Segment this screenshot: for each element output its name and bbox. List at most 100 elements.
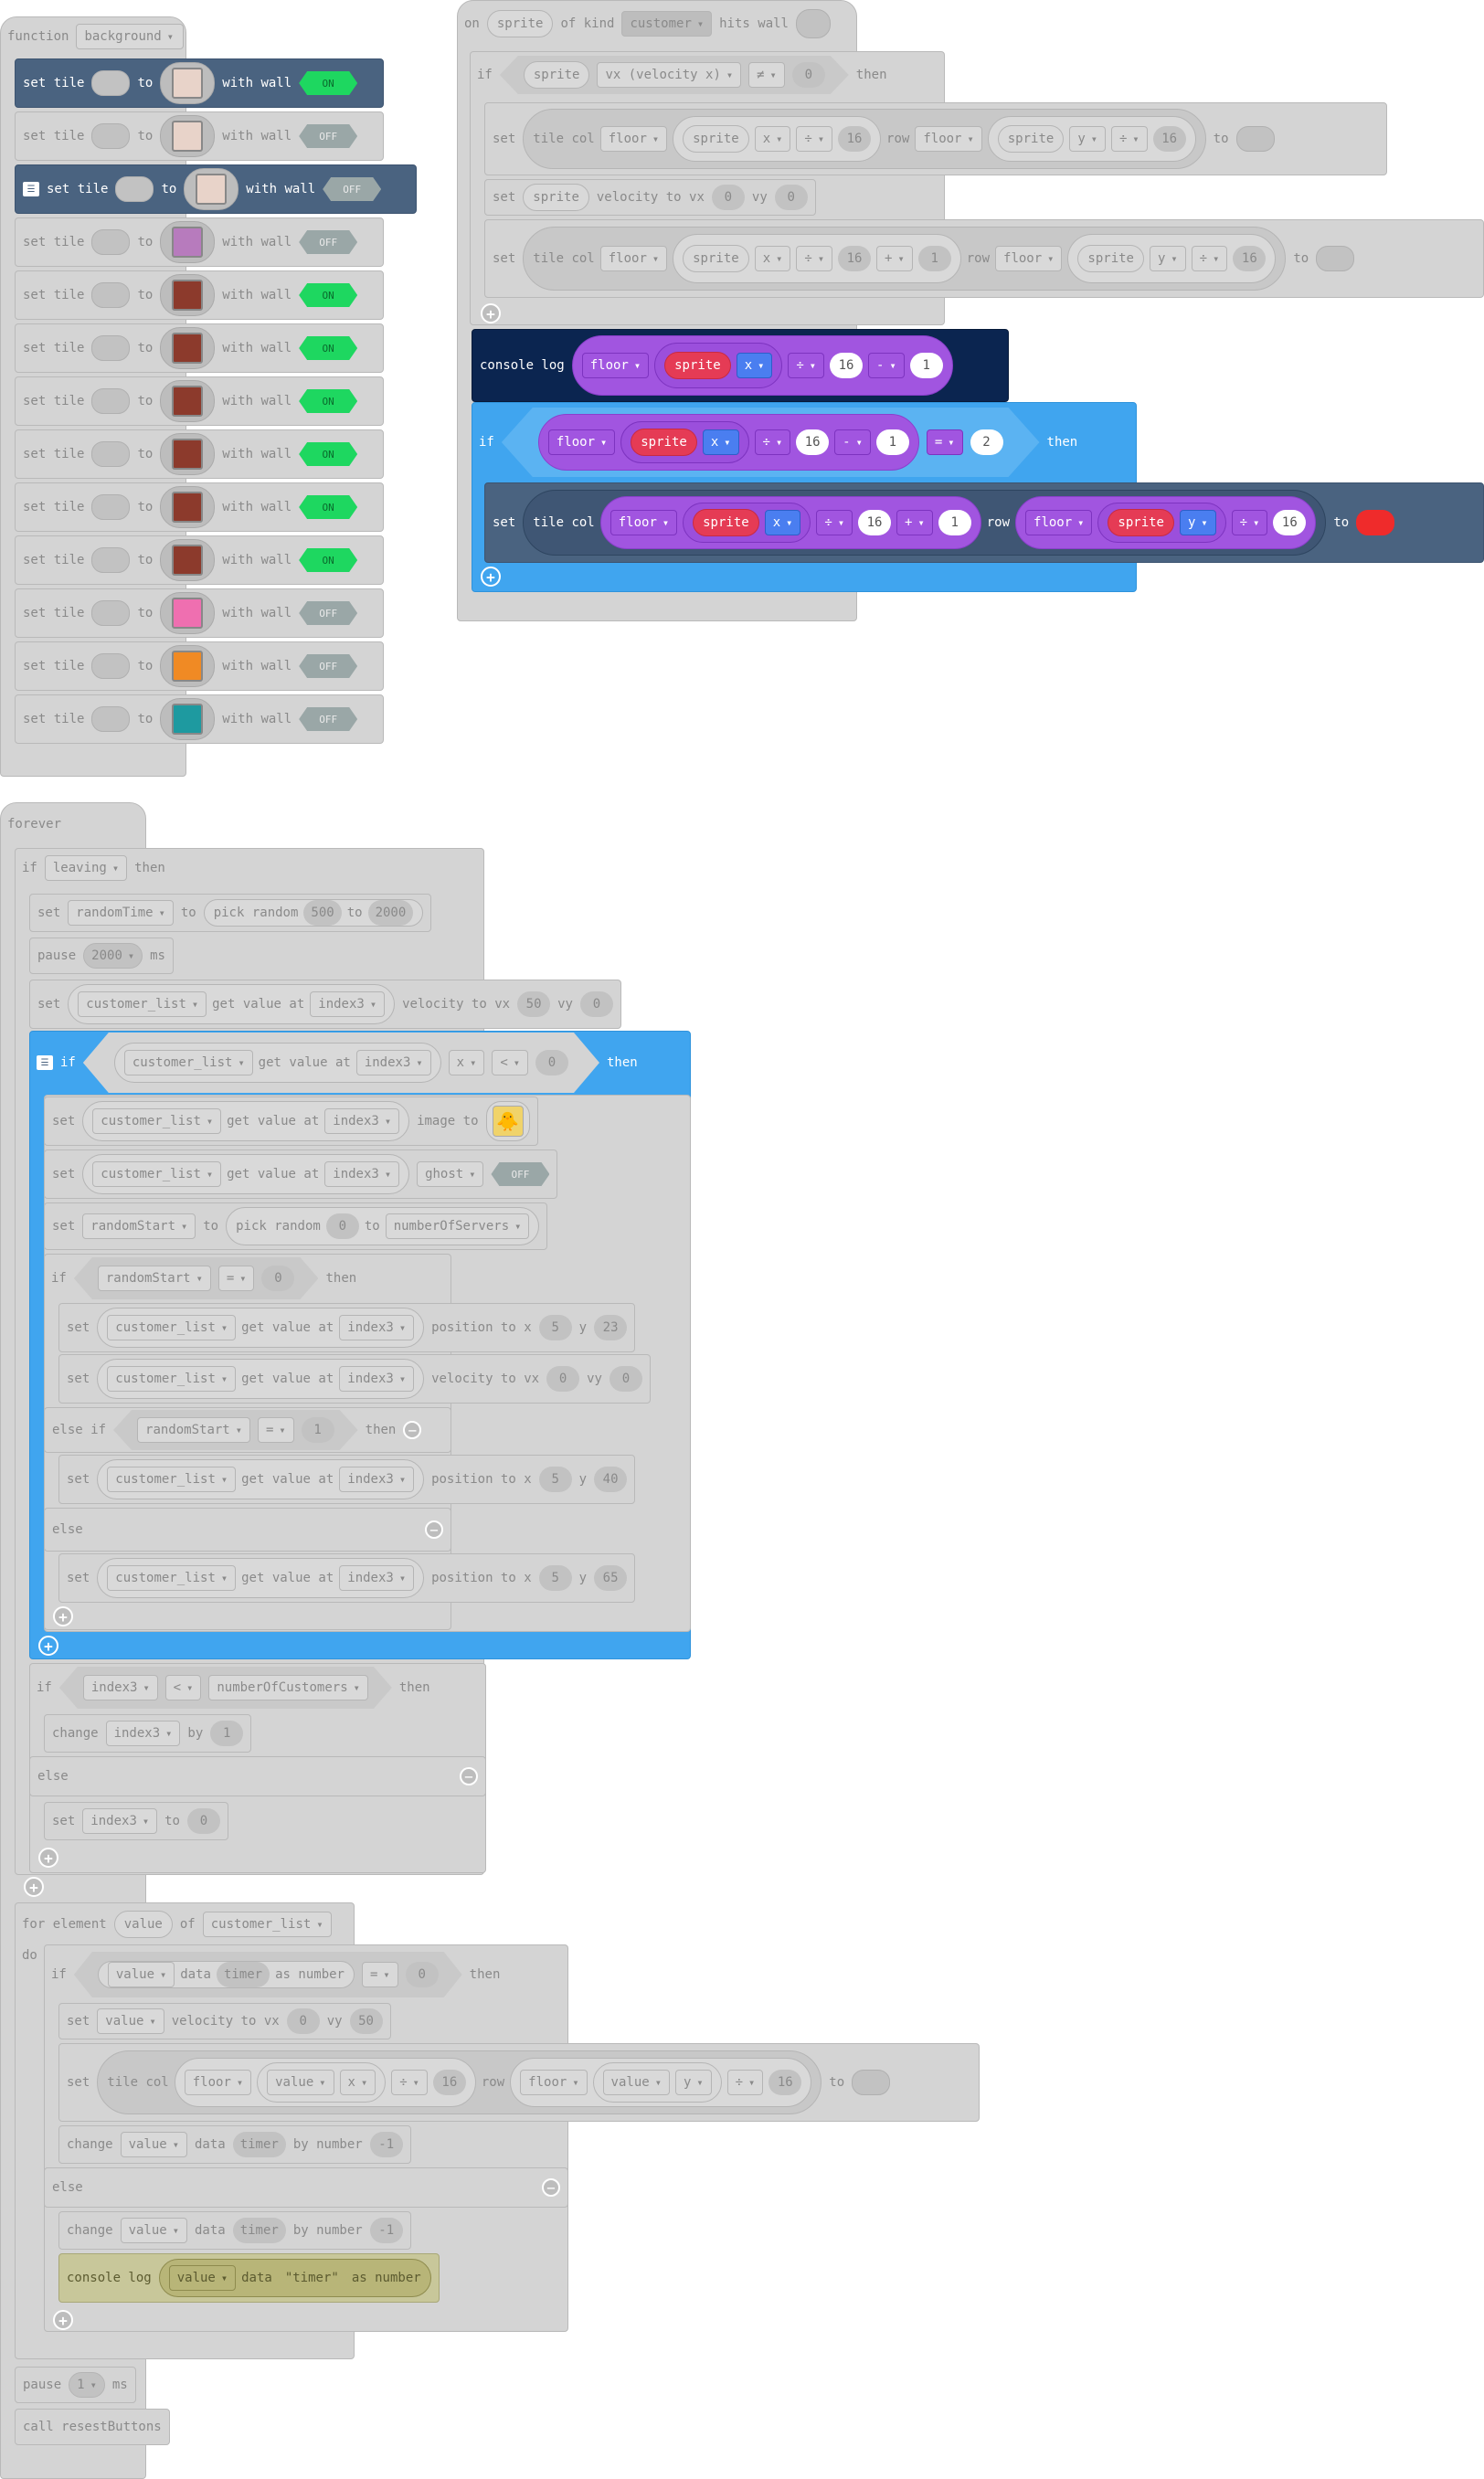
y-value[interactable]: 23	[594, 1315, 628, 1340]
x-dropdown[interactable]: x	[449, 1050, 485, 1075]
location-slot[interactable]	[91, 282, 131, 308]
pause-value-dropdown[interactable]: 2000	[83, 943, 143, 969]
remove-branch-icon[interactable]: −	[460, 1767, 478, 1785]
customer-list-dropdown[interactable]: customer_list	[107, 1315, 237, 1340]
random-max-value[interactable]: 2000	[367, 900, 414, 926]
console-log-row[interactable]: console log floor sprite x ÷ 16 - 1	[472, 329, 1009, 402]
vy-value[interactable]: 50	[349, 2008, 383, 2034]
number-of-customers-dropdown[interactable]: numberOfCustomers	[208, 1675, 368, 1700]
if-timer-header[interactable]: if value data timer as number = 0 then	[44, 1950, 507, 1999]
value-dropdown[interactable]: value	[97, 2008, 164, 2034]
neq-operator-dropdown[interactable]: ≠	[748, 62, 785, 88]
get-value-expression[interactable]: customer_list get value at index3	[97, 1459, 425, 1499]
change-index-row[interactable]: change index3 by 1	[44, 1714, 252, 1753]
wall-toggle[interactable]: OFF	[299, 124, 358, 148]
set-random-start-row[interactable]: set randomStart to pick random 0 to numb…	[44, 1202, 548, 1250]
vy-value[interactable]: 0	[609, 1366, 642, 1392]
remove-branch-icon[interactable]: −	[542, 2178, 560, 2197]
wall-toggle[interactable]: ON	[299, 71, 358, 95]
wall-toggle[interactable]: OFF	[299, 601, 358, 625]
set-tile-row[interactable]: set tile to with wall ON	[15, 535, 384, 585]
else-if-header[interactable]: else if randomStart = 1 then −	[44, 1407, 451, 1453]
x-dropdown[interactable]: x	[754, 246, 791, 271]
zero-value[interactable]: 0	[186, 1808, 220, 1834]
value-dropdown[interactable]: value	[602, 2070, 670, 2095]
tile-slot[interactable]	[852, 2070, 891, 2095]
floor-dropdown[interactable]: floor	[548, 429, 615, 455]
random-start-dropdown[interactable]: randomStart	[137, 1417, 250, 1443]
call-reset-buttons-row[interactable]: call resestButtons	[15, 2409, 170, 2445]
vx-value[interactable]: 50	[517, 991, 551, 1017]
y-div-expression[interactable]: sprite y ÷ 16	[987, 116, 1196, 162]
change-timer-row[interactable]: change value data timer by number -1	[58, 2211, 411, 2250]
set-tile-row[interactable]: set tile to with wall ON	[15, 323, 384, 373]
location-slot[interactable]	[91, 600, 131, 626]
get-value-expression[interactable]: customer_list get value at index3	[82, 1154, 410, 1194]
set-tile-col-row-2[interactable]: set tile col floor sprite x ÷ 16 + 1 row…	[484, 219, 1484, 298]
set-velocity-row[interactable]: set sprite velocity to vx 0 vy 0	[484, 179, 816, 216]
value-param[interactable]: value	[113, 1911, 173, 1938]
eq-dropdown[interactable]: =	[258, 1417, 294, 1443]
if-floor-header[interactable]: if floor sprite x ÷ 16 - 1 = 2 then	[472, 408, 1085, 477]
y-math-expression[interactable]: sprite y	[1097, 503, 1226, 543]
zero-value[interactable]: 0	[261, 1266, 294, 1291]
floor-x-expression[interactable]: floor sprite x ÷ 16 + 1	[599, 496, 981, 549]
set-tile-row[interactable]: set tile to with wall ON	[15, 376, 384, 426]
wall-toggle[interactable]: ON	[299, 283, 358, 307]
one-value[interactable]: 1	[909, 353, 943, 378]
x-math-expression[interactable]: value x	[257, 2062, 387, 2103]
vx-property-dropdown[interactable]: vx (velocity x)	[597, 62, 741, 88]
floor-dropdown[interactable]: floor	[599, 246, 668, 271]
vx-value[interactable]: 0	[546, 1366, 580, 1392]
div-dropdown[interactable]: ÷	[726, 2070, 764, 2095]
div-dropdown[interactable]: ÷	[1191, 246, 1228, 271]
wall-toggle[interactable]: OFF	[299, 230, 358, 254]
floor-y-expression[interactable]: floor value y ÷ 16	[510, 2058, 812, 2107]
sprite-var[interactable]: sprite	[683, 125, 749, 153]
floor-dropdown[interactable]: floor	[995, 246, 1063, 271]
random-start-dropdown[interactable]: randomStart	[98, 1266, 211, 1291]
set-tile-row[interactable]: set tile to with wall OFF	[15, 111, 384, 161]
vy-value[interactable]: 0	[774, 185, 808, 210]
index3-dropdown[interactable]: index3	[339, 1366, 415, 1392]
div-dropdown[interactable]: ÷	[1110, 126, 1148, 152]
one-value[interactable]: 1	[876, 429, 909, 455]
neg-one-value[interactable]: -1	[369, 2218, 403, 2243]
tile-col-expression[interactable]: tile col floor value x ÷ 16 row floor va…	[97, 2050, 822, 2114]
random-min-value[interactable]: 500	[303, 900, 342, 926]
index3-dropdown[interactable]: index3	[356, 1050, 431, 1075]
set-ghost-row[interactable]: set customer_list get value at index3 gh…	[44, 1149, 558, 1199]
tile-picker[interactable]	[184, 168, 239, 210]
lt-dropdown[interactable]: <	[492, 1050, 528, 1075]
lt-dropdown[interactable]: <	[165, 1675, 202, 1700]
tile-picker[interactable]	[160, 645, 216, 687]
x-math-expression[interactable]: sprite x	[620, 421, 748, 463]
x-dropdown[interactable]: x	[764, 510, 801, 535]
minus-dropdown[interactable]: -	[834, 429, 871, 455]
tile-picker[interactable]	[160, 433, 216, 475]
wall-toggle[interactable]: ON	[299, 442, 358, 466]
pick-random-expression[interactable]: pick random 0 to numberOfServers	[226, 1207, 540, 1245]
set-tile-row[interactable]: set tile to with wall OFF	[15, 641, 384, 691]
set-value-velocity-row[interactable]: set value velocity to vx 0 vy 50	[58, 2003, 391, 2039]
x-math-expression[interactable]: sprite x	[683, 503, 811, 543]
set-tile-row[interactable]: set tile to with wall OFF	[15, 694, 384, 744]
plus-dropdown[interactable]: +	[876, 246, 913, 271]
index3-dropdown[interactable]: index3	[339, 1565, 415, 1591]
tile-picker[interactable]	[160, 115, 216, 157]
random-start-dropdown[interactable]: randomStart	[82, 1213, 196, 1239]
floor-dropdown[interactable]: floor	[520, 2070, 588, 2095]
value-dropdown[interactable]: value	[120, 2132, 187, 2157]
x-math-expression[interactable]: sprite x	[654, 343, 783, 388]
sixteen-value[interactable]: 16	[838, 246, 872, 271]
set-random-time-row[interactable]: set randomTime to pick random 500 to 200…	[29, 894, 432, 932]
floor-dropdown[interactable]: floor	[599, 126, 668, 152]
set-tile-row[interactable]: set tile to with wall ON	[15, 270, 384, 320]
customer-list-dropdown[interactable]: customer_list	[107, 1467, 237, 1492]
x-dropdown[interactable]: x	[339, 2070, 376, 2095]
wall-toggle[interactable]: ON	[299, 389, 358, 413]
floor-dropdown[interactable]: floor	[610, 510, 678, 535]
y-dropdown[interactable]: y	[1179, 510, 1216, 535]
zero-value[interactable]: 0	[792, 62, 825, 88]
tile-slot[interactable]	[1235, 126, 1275, 152]
